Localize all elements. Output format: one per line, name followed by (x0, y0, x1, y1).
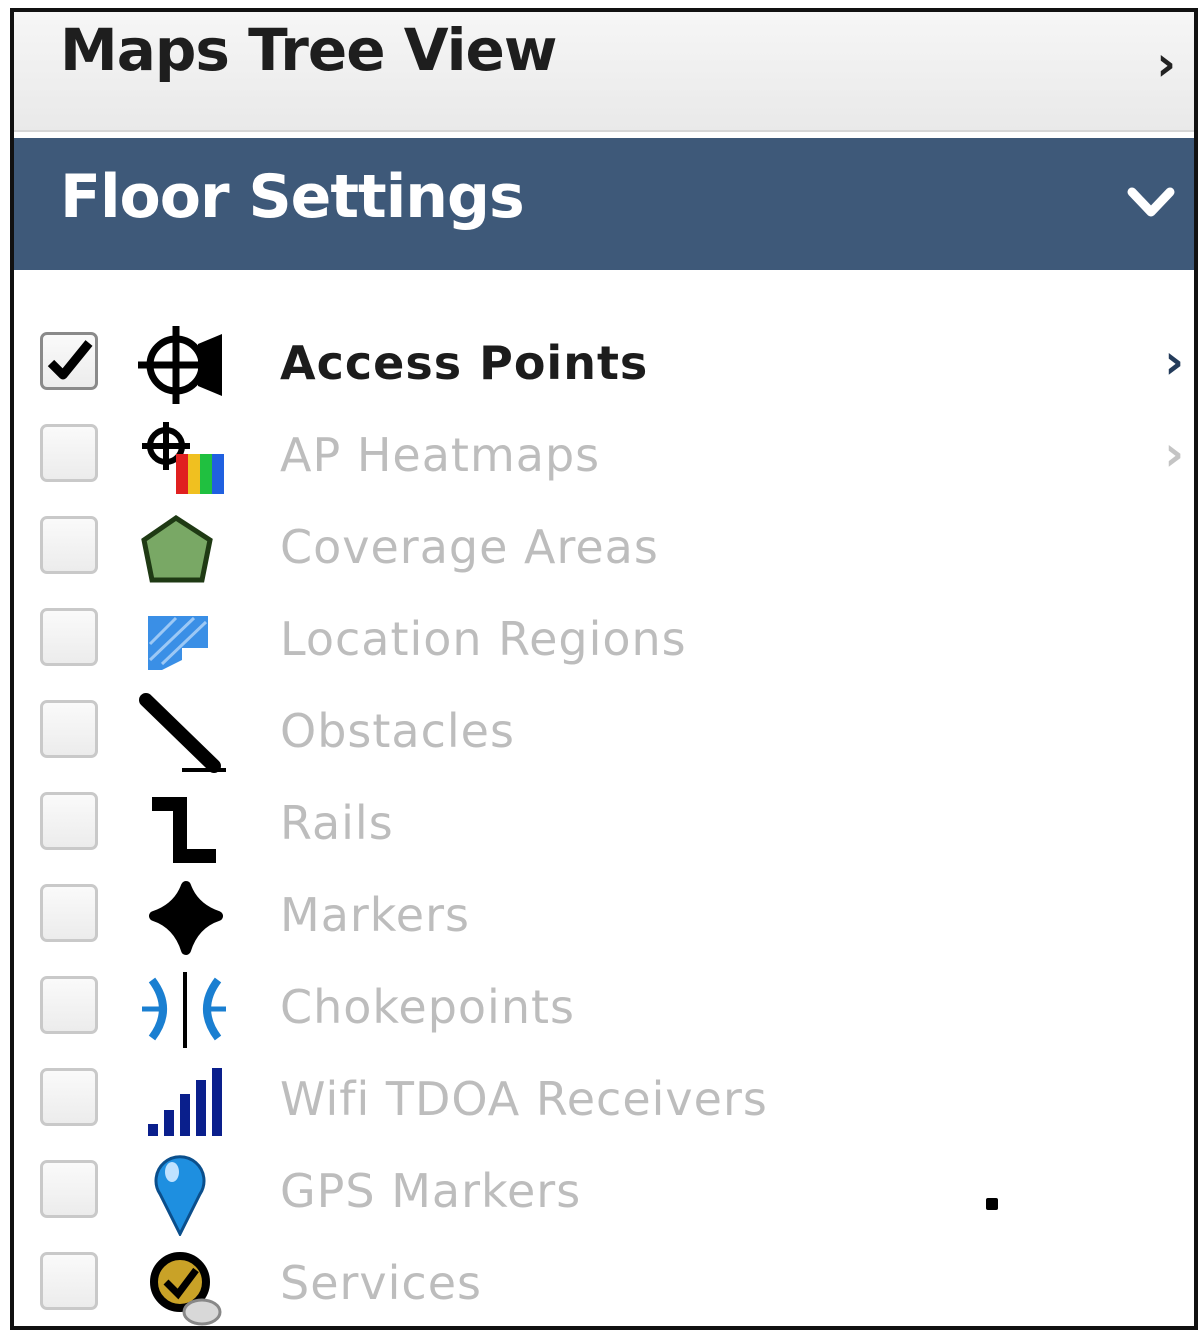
layer-row-rails[interactable]: Rails (14, 778, 1194, 870)
chevron-right-icon[interactable]: › (1164, 334, 1184, 390)
layer-label: Services (280, 1256, 482, 1310)
layer-row-chokepoints[interactable]: Chokepoints (14, 962, 1194, 1054)
layer-checkbox[interactable] (40, 608, 98, 666)
layer-label: Chokepoints (280, 980, 575, 1034)
layer-checkbox[interactable] (40, 1252, 98, 1310)
layer-row-services[interactable]: Services (14, 1238, 1194, 1326)
rail-icon (152, 797, 216, 863)
layer-label: AP Heatmaps (280, 428, 601, 482)
chevron-right-icon: › (1156, 36, 1176, 92)
layer-row-ap-heatmaps[interactable]: AP Heatmaps › (14, 410, 1194, 502)
location-region-icon (148, 616, 208, 670)
chokepoint-icon (142, 972, 226, 1048)
layer-checkbox[interactable] (40, 884, 98, 942)
layer-row-coverage-areas[interactable]: Coverage Areas (14, 502, 1194, 594)
tdoa-receiver-icon (148, 1068, 222, 1136)
services-icon (150, 1252, 222, 1326)
layer-label: GPS Markers (280, 1164, 582, 1218)
access-point-icon (138, 326, 222, 404)
layer-label: Wifi TDOA Receivers (280, 1072, 768, 1126)
layer-label: Coverage Areas (280, 520, 659, 574)
obstacle-icon (139, 693, 226, 773)
layer-checkbox[interactable] (40, 424, 98, 482)
maps-tree-view-title: Maps Tree View (60, 16, 557, 84)
layer-label: Markers (280, 888, 470, 942)
layer-checkbox[interactable] (40, 516, 98, 574)
floor-settings-header[interactable]: Floor Settings (14, 138, 1194, 270)
layer-label: Location Regions (280, 612, 687, 666)
gps-marker-icon (154, 1155, 206, 1236)
layer-label: Obstacles (280, 704, 515, 758)
chevron-right-icon[interactable]: › (1164, 426, 1184, 482)
map-layers-panel: Maps Tree View › Floor Settings Access P… (10, 8, 1198, 1330)
stray-dot (986, 1198, 998, 1210)
layer-row-wifi-tdoa-receivers[interactable]: Wifi TDOA Receivers (14, 1054, 1194, 1146)
layer-label: Rails (280, 796, 394, 850)
layer-checkbox[interactable] (40, 976, 98, 1034)
layer-row-markers[interactable]: Markers (14, 870, 1194, 962)
layer-row-access-points[interactable]: Access Points › (14, 318, 1194, 410)
heatmap-icon (142, 422, 224, 494)
layer-label: Access Points (280, 336, 649, 390)
coverage-area-icon (141, 514, 213, 583)
marker-icon (149, 881, 223, 955)
layer-row-location-regions[interactable]: Location Regions (14, 594, 1194, 686)
layer-checkbox[interactable] (40, 1068, 98, 1126)
layer-checkbox[interactable] (40, 1160, 98, 1218)
chevron-down-icon (1127, 187, 1175, 217)
layer-checkbox[interactable] (40, 792, 98, 850)
layer-checkbox[interactable] (40, 700, 98, 758)
floor-settings-title: Floor Settings (60, 162, 525, 232)
layer-checkbox[interactable] (40, 332, 98, 390)
layer-row-obstacles[interactable]: Obstacles (14, 686, 1194, 778)
layer-row-gps-markers[interactable]: GPS Markers (14, 1146, 1194, 1238)
maps-tree-view-header[interactable]: Maps Tree View › (14, 12, 1194, 132)
